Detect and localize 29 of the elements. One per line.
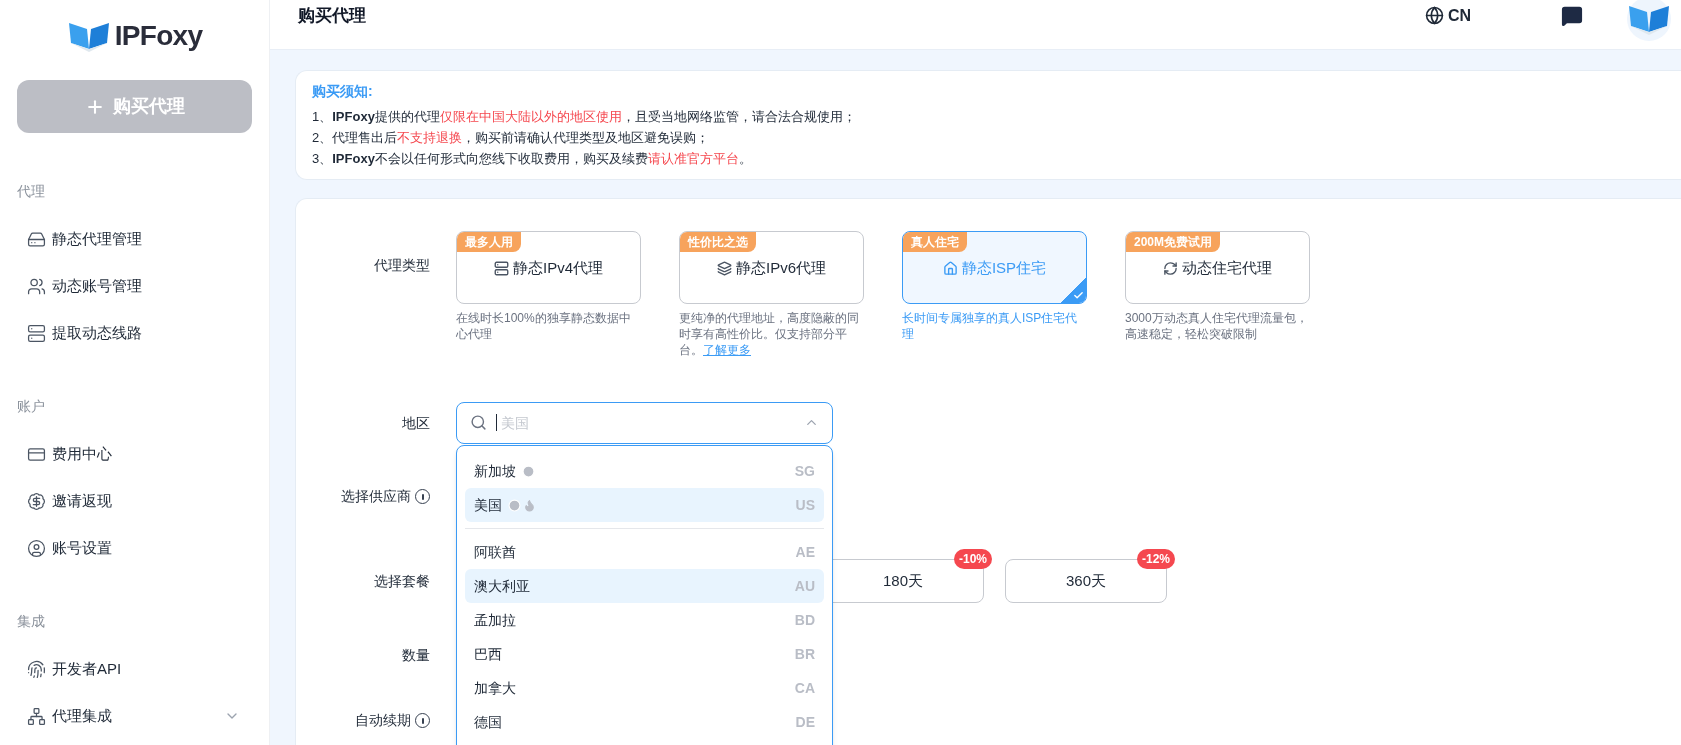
card-badge: 性价比之选: [680, 232, 756, 252]
card-description: 在线时长100%的独享静态数据中心代理: [456, 310, 632, 342]
logo-text: IPFoxy: [114, 19, 203, 53]
field-label: 数量: [402, 646, 430, 665]
notice-line: 3、IPFoxy不会以任何形式向您线下收取费用，购买及续费请认准官方平台。: [312, 150, 752, 168]
section-title: 集成: [17, 612, 45, 631]
discount-badge: -12%: [1137, 549, 1175, 569]
card-description: 长时间专属独享的真人ISP住宅代理: [902, 310, 1079, 342]
section-title: 代理: [17, 182, 45, 201]
field-label: 选择供应商: [341, 487, 411, 506]
notice-title: 购买须知:: [312, 82, 373, 101]
card-label: 静态IPv6代理: [717, 257, 826, 280]
discount-badge: -10%: [954, 549, 992, 569]
field-label: 地区: [402, 413, 430, 433]
page-title: 购买代理: [298, 4, 367, 27]
field-label: 选择套餐: [374, 571, 430, 591]
field-label: 代理类型: [374, 256, 430, 275]
card-badge: 真人住宅: [903, 232, 967, 252]
notice-line: 1、IPFoxy提供的代理仅限在中国大陆以外的地区使用，且受当地网络监管，请合法合规使用；: [312, 108, 856, 126]
notice-line: 2、代理售出后不支持退换，购买前请确认代理类型及地区避免误购；: [312, 129, 710, 147]
card-label: 静态IPv4代理: [494, 257, 603, 280]
card-badge: 最多人用: [457, 232, 521, 252]
card-description: 更纯净的代理地址，高度隐蔽的同时享有高性价比。仅支持部分平台。了解更多: [679, 310, 860, 358]
field-label: 自动续期: [355, 711, 411, 730]
card-label: 动态住宅代理: [1163, 257, 1272, 280]
card-badge: 200M免费试用: [1126, 232, 1221, 252]
card-label: 静态ISP住宅: [942, 257, 1047, 280]
section-title: 账户: [17, 397, 45, 416]
card-description: 3000万动态真人住宅代理流量包，高速稳定，轻松突破限制: [1125, 310, 1309, 342]
